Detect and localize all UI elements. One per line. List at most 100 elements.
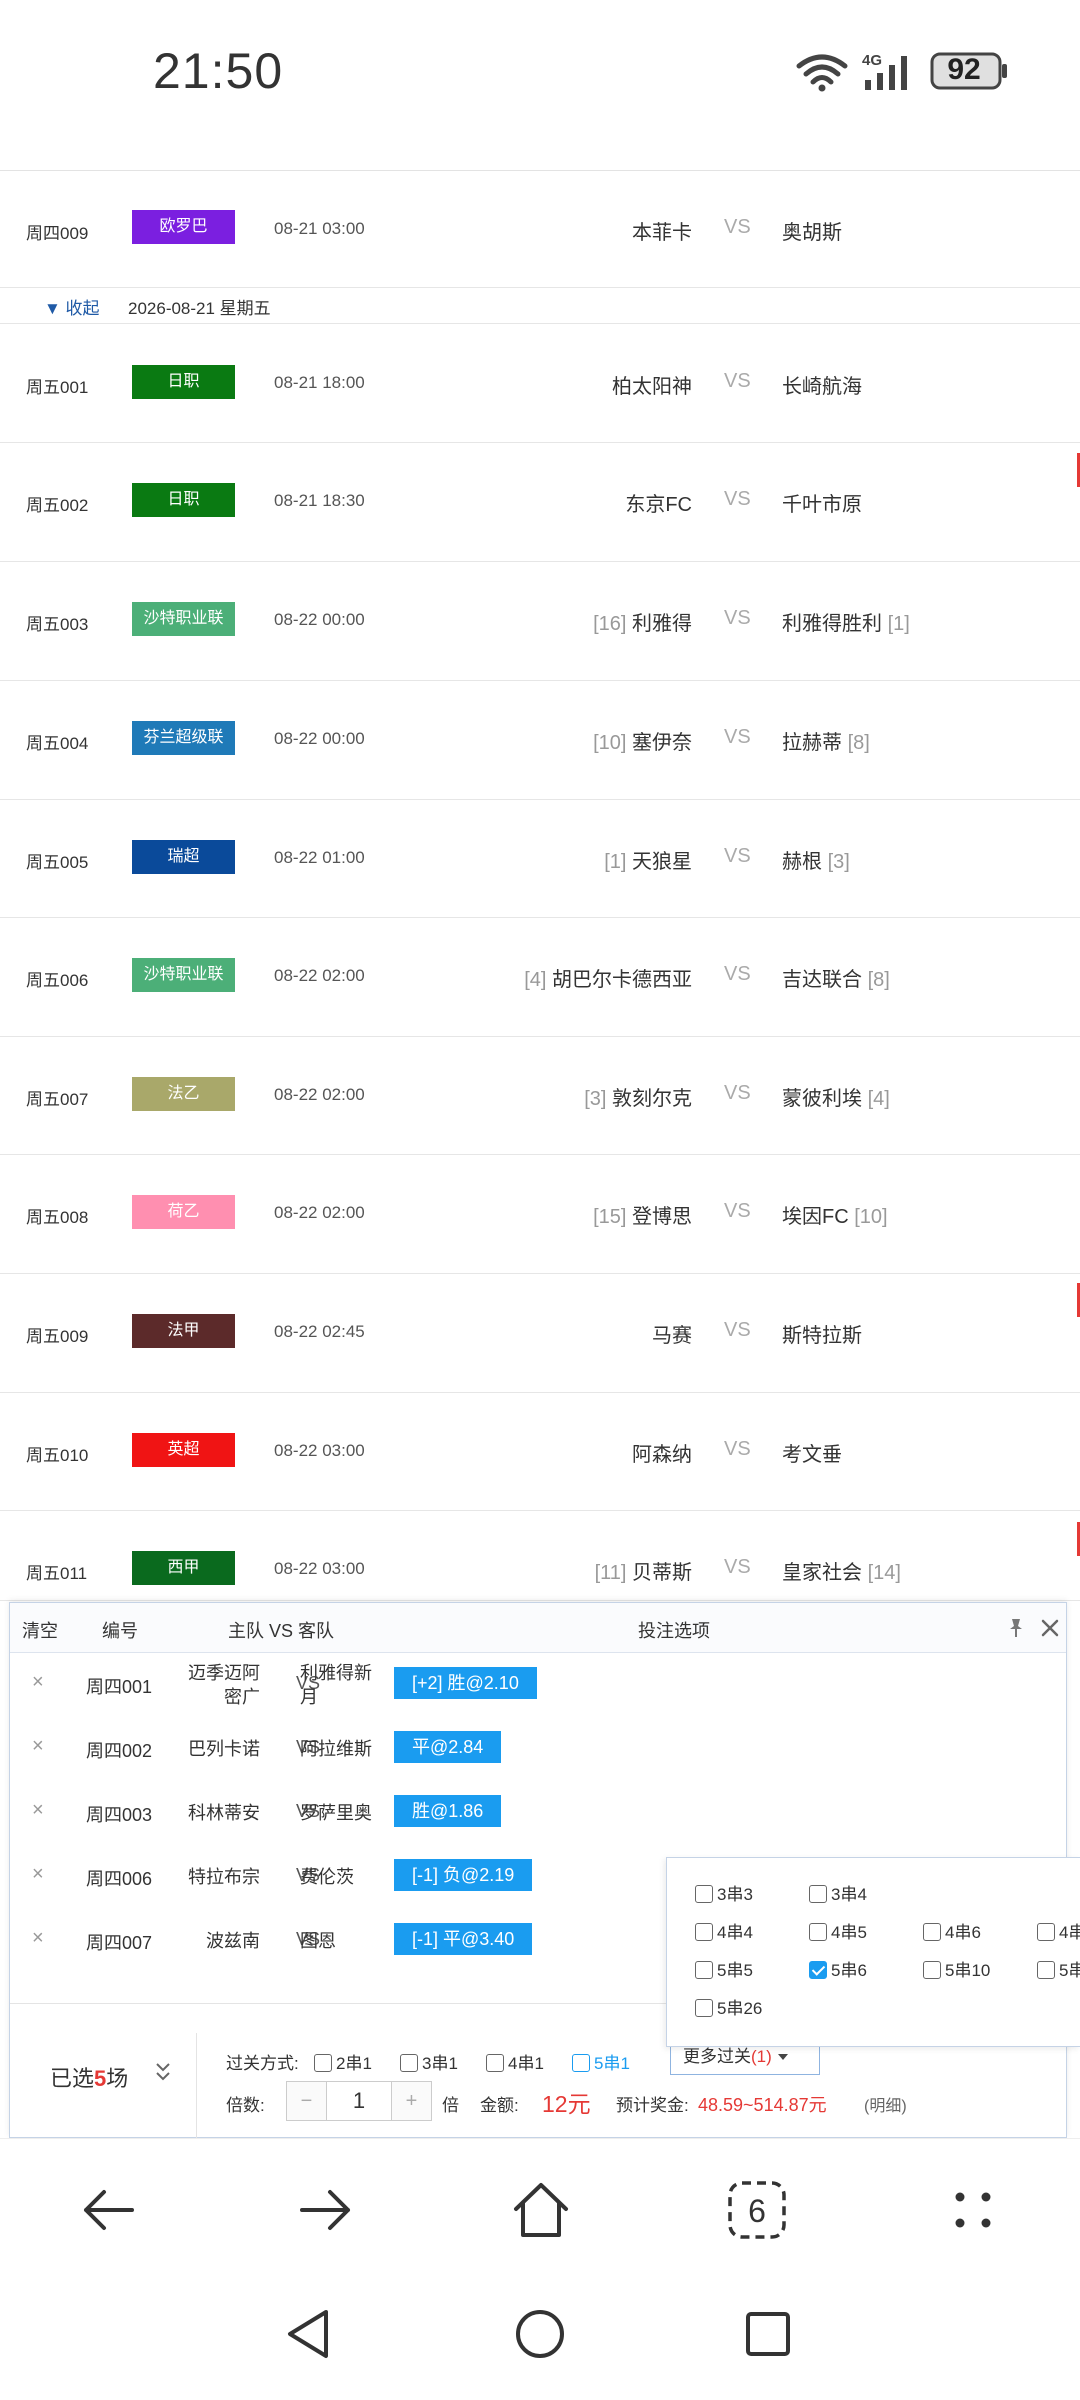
- clear-button[interactable]: 清空: [22, 1617, 58, 1643]
- home-team: 东京FC: [625, 494, 692, 516]
- checkbox[interactable]: [314, 2054, 332, 2072]
- match-row[interactable]: 周五006 沙特职业联 08-22 02:00 [4] 胡巴尔卡德西亚 VS 吉达联合 […: [0, 918, 1080, 1037]
- away-team: 拉赫蒂 [8]: [782, 732, 870, 754]
- match-row[interactable]: 周五001 日职 08-21 18:00 柏太阳神 VS 长崎航海: [0, 325, 1080, 443]
- slip-pick[interactable]: [-1] 平@3.40: [394, 1923, 533, 1955]
- match-row[interactable]: 周五010 英超 08-22 03:00 阿森纳 VS 考文垂: [0, 1393, 1080, 1511]
- match-row[interactable]: 周五002 日职 08-21 18:30 东京FC VS 千叶市原: [0, 443, 1080, 562]
- pin-icon[interactable]: [1006, 1617, 1026, 1639]
- match-row[interactable]: 周五004 芬兰超级联 08-22 00:00 [10] 塞伊奈 VS 拉赫蒂 [8]: [0, 681, 1080, 800]
- league-badge: 法乙: [132, 1077, 235, 1111]
- remove-icon[interactable]: ×: [32, 1735, 44, 1758]
- checkbox[interactable]: [695, 1961, 713, 1979]
- slip-away: 阿拉维斯: [300, 1739, 372, 1759]
- checkbox[interactable]: [809, 1923, 827, 1941]
- vs-label: VS: [724, 1319, 751, 1341]
- pass-option-3x1[interactable]: 3串1: [400, 2049, 458, 2074]
- pass-option[interactable]: 3串3: [695, 1880, 753, 1905]
- multiple-input[interactable]: 1: [327, 2082, 391, 2120]
- remove-icon[interactable]: ×: [32, 1927, 44, 1950]
- nav-home-icon[interactable]: [510, 2304, 570, 2364]
- increase-button[interactable]: +: [391, 2082, 431, 2120]
- pass-option[interactable]: 5串10: [923, 1956, 990, 1981]
- slip-row: × 周四001 迈季迈阿 密广 VS 利雅得新月 [+2] 胜@2.10: [10, 1653, 1066, 1717]
- slip-pick[interactable]: 胜@1.86: [394, 1795, 502, 1827]
- checkbox[interactable]: [1037, 1923, 1055, 1941]
- menu-icon[interactable]: [938, 2175, 1008, 2245]
- checkbox[interactable]: [809, 1885, 827, 1903]
- match-row[interactable]: 周五007 法乙 08-22 02:00 [3] 敦刻尔克 VS 蒙彼利埃 [4]: [0, 1037, 1080, 1155]
- away-team: 皇家社会 [14]: [782, 1562, 901, 1584]
- tabs-icon[interactable]: 6: [722, 2175, 792, 2245]
- forward-icon[interactable]: [290, 2175, 360, 2245]
- match-code: 周五003: [26, 615, 89, 634]
- pass-option[interactable]: 5串5: [695, 1956, 753, 1981]
- away-team: 吉达联合 [8]: [782, 969, 890, 991]
- pass-option[interactable]: 4串4: [695, 1918, 753, 1943]
- match-row[interactable]: 周五008 荷乙 08-22 02:00 [15] 登博思 VS 埃因FC [10]: [0, 1155, 1080, 1274]
- match-time: 08-21 18:00: [274, 373, 365, 392]
- match-row[interactable]: 周五009 法甲 08-22 02:45 马赛 VS 斯特拉斯: [0, 1274, 1080, 1393]
- pass-option[interactable]: 4串5: [809, 1918, 867, 1943]
- svg-text:6: 6: [748, 2193, 766, 2229]
- nav-recents-icon[interactable]: [738, 2304, 798, 2364]
- slip-pick[interactable]: [-1] 负@2.19: [394, 1859, 533, 1891]
- remove-icon[interactable]: ×: [32, 1863, 44, 1886]
- away-team: 蒙彼利埃 [4]: [782, 1088, 890, 1110]
- match-row[interactable]: 周五005 瑞超 08-22 01:00 [1] 天狼星 VS 赫根 [3]: [0, 800, 1080, 918]
- pass-option-5x1[interactable]: 5串1: [572, 2049, 630, 2074]
- away-team: 考文垂: [782, 1444, 842, 1466]
- league-badge: 芬兰超级联: [132, 721, 235, 755]
- checkbox[interactable]: [1037, 1961, 1055, 1979]
- checkbox[interactable]: [809, 1961, 827, 1979]
- checkbox[interactable]: [400, 2054, 418, 2072]
- pass-option[interactable]: 3串4: [809, 1880, 867, 1905]
- vs-label: VS: [724, 1438, 751, 1460]
- home-team: [3] 敦刻尔克: [584, 1088, 692, 1110]
- checkbox[interactable]: [572, 2054, 590, 2072]
- back-icon[interactable]: [74, 2175, 144, 2245]
- slip-row: × 周四002 巴列卡诺 VS 阿拉维斯 平@2.84: [10, 1717, 1066, 1781]
- vs-label: VS: [724, 726, 751, 748]
- prize-label: 预计奖金:: [616, 2096, 689, 2115]
- close-icon[interactable]: [1040, 1618, 1060, 1638]
- checkbox[interactable]: [923, 1961, 941, 1979]
- remove-icon[interactable]: ×: [32, 1799, 44, 1822]
- home-icon[interactable]: [506, 2175, 576, 2245]
- collapse-toggle[interactable]: ▼ 收起: [44, 294, 100, 319]
- bet-slip-header: 清空 编号 主队 VS 客队 投注选项: [10, 1603, 1066, 1653]
- decrease-button[interactable]: −: [287, 2082, 327, 2120]
- match-code: 周五007: [26, 1090, 89, 1109]
- pass-option[interactable]: 5串16: [1037, 1956, 1080, 1981]
- network-type: 4G: [862, 52, 882, 69]
- checkbox[interactable]: [486, 2054, 504, 2072]
- remove-icon[interactable]: ×: [32, 1671, 44, 1694]
- pass-option[interactable]: 4串6: [923, 1918, 981, 1943]
- match-row[interactable]: 周四009 欧罗巴 08-21 03:00 本菲卡 VS 奥胡斯: [0, 171, 1080, 288]
- amount-value: 12元: [542, 2091, 591, 2117]
- checkbox[interactable]: [695, 1885, 713, 1903]
- pass-option-4x1[interactable]: 4串1: [486, 2049, 544, 2074]
- expand-icon[interactable]: [154, 2061, 172, 2083]
- slip-home: 巴列卡诺: [188, 1739, 260, 1759]
- slip-code: 周四001: [86, 1677, 153, 1697]
- pass-option-2x1[interactable]: 2串1: [314, 2049, 372, 2074]
- match-time: 08-22 03:00: [274, 1441, 365, 1460]
- match-row[interactable]: 周五003 沙特职业联 08-22 00:00 [16] 利雅得 VS 利雅得胜利 [1]: [0, 562, 1080, 681]
- pass-option[interactable]: 5串6: [809, 1956, 867, 1981]
- detail-link[interactable]: (明细): [864, 2092, 907, 2116]
- home-team: 马赛: [652, 1325, 692, 1347]
- vs-label: VS: [724, 1200, 751, 1222]
- checkbox[interactable]: [695, 1999, 713, 2017]
- slip-row: × 周四003 科林蒂安 VS 罗萨里奥 胜@1.86: [10, 1781, 1066, 1845]
- checkbox[interactable]: [923, 1923, 941, 1941]
- league-badge: 荷乙: [132, 1195, 235, 1229]
- slip-pick[interactable]: [+2] 胜@2.10: [394, 1667, 537, 1699]
- slip-pick[interactable]: 平@2.84: [394, 1731, 502, 1763]
- pass-option[interactable]: 5串26: [695, 1994, 762, 2019]
- match-row[interactable]: 周五011 西甲 08-22 03:00 [11] 贝蒂斯 VS 皇家社会 [14]: [0, 1511, 1080, 1601]
- pass-option[interactable]: 4串11: [1037, 1918, 1080, 1943]
- match-time: 08-22 03:00: [274, 1559, 365, 1578]
- nav-back-icon[interactable]: [278, 2304, 338, 2364]
- checkbox[interactable]: [695, 1923, 713, 1941]
